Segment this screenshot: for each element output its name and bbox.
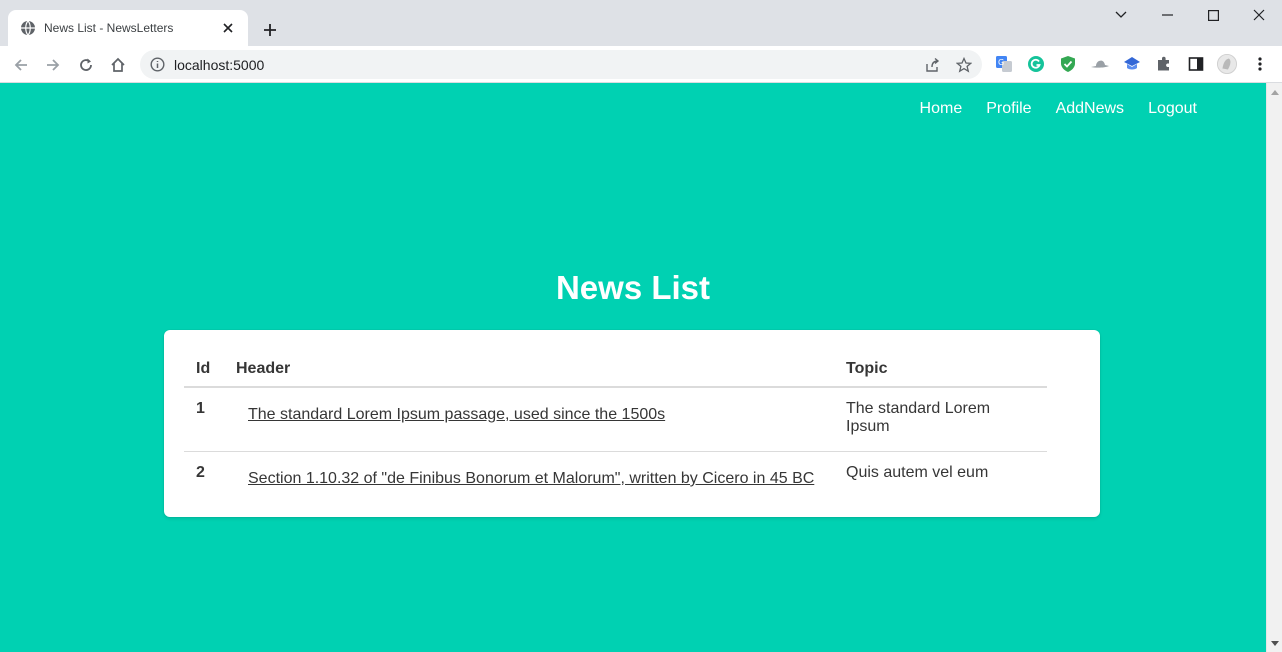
sidepanel-icon[interactable] bbox=[1186, 54, 1206, 74]
table-row: 1 The standard Lorem Ipsum passage, used… bbox=[184, 387, 1047, 452]
plus-icon[interactable] bbox=[258, 18, 282, 42]
page-title: News List bbox=[555, 269, 711, 306]
row-id: 1 bbox=[184, 387, 224, 452]
shield-extension-icon[interactable] bbox=[1058, 54, 1078, 74]
column-header-id: Id bbox=[184, 350, 224, 388]
nav-addnews[interactable]: AddNews bbox=[1044, 100, 1136, 118]
top-navbar: Home Profile AddNews Logout bbox=[908, 100, 1209, 118]
translate-extension-icon[interactable]: G bbox=[994, 54, 1014, 74]
news-header-link[interactable]: Section 1.10.32 of "de Finibus Bonorum e… bbox=[248, 470, 814, 487]
browser-toolbar: localhost:5000 G bbox=[0, 46, 1282, 83]
row-header-cell: The standard Lorem Ipsum passage, used s… bbox=[224, 387, 834, 452]
chevron-down-icon[interactable] bbox=[1098, 2, 1144, 28]
kebab-menu-icon[interactable] bbox=[1250, 54, 1270, 74]
info-icon[interactable] bbox=[149, 56, 166, 73]
avatar[interactable] bbox=[1217, 54, 1237, 74]
reload-icon[interactable] bbox=[73, 52, 99, 78]
forward-icon[interactable] bbox=[40, 52, 66, 78]
grammarly-extension-icon[interactable] bbox=[1026, 54, 1046, 74]
globe-icon bbox=[20, 20, 36, 36]
hat-extension-icon[interactable] bbox=[1090, 54, 1110, 74]
scroll-down-arrow-icon[interactable] bbox=[1267, 638, 1282, 648]
tab-strip: News List - NewsLetters bbox=[0, 0, 1282, 46]
table-header-row: Id Header Topic bbox=[184, 350, 1047, 388]
nav-home[interactable]: Home bbox=[908, 100, 975, 118]
cap-extension-icon[interactable] bbox=[1122, 54, 1142, 74]
window-close-icon[interactable] bbox=[1236, 2, 1282, 28]
home-icon[interactable] bbox=[105, 52, 131, 78]
svg-text:G: G bbox=[998, 58, 1004, 67]
news-table: Id Header Topic 1 The standard Lorem Ips… bbox=[184, 350, 1047, 503]
back-icon[interactable] bbox=[8, 52, 34, 78]
puzzle-icon[interactable] bbox=[1154, 54, 1174, 74]
tab-title: News List - NewsLetters bbox=[44, 21, 174, 35]
close-icon[interactable] bbox=[218, 18, 238, 38]
nav-profile[interactable]: Profile bbox=[974, 100, 1043, 118]
row-topic: Quis autem vel eum bbox=[846, 464, 989, 481]
table-row: 2 Section 1.10.32 of "de Finibus Bonorum… bbox=[184, 452, 1047, 504]
vertical-scrollbar[interactable] bbox=[1266, 83, 1282, 652]
row-header-cell: Section 1.10.32 of "de Finibus Bonorum e… bbox=[224, 452, 834, 504]
scroll-up-arrow-icon[interactable] bbox=[1267, 87, 1282, 97]
column-header-header: Header bbox=[224, 350, 834, 388]
star-icon[interactable] bbox=[954, 55, 974, 75]
minimize-icon[interactable] bbox=[1144, 2, 1190, 28]
page-viewport: Home Profile AddNews Logout News List Id… bbox=[0, 83, 1266, 652]
row-topic: The standard Lorem Ipsum bbox=[834, 387, 1047, 452]
column-header-topic: Topic bbox=[834, 350, 1047, 388]
share-icon[interactable] bbox=[922, 55, 942, 75]
news-header-link[interactable]: The standard Lorem Ipsum passage, used s… bbox=[248, 406, 665, 423]
maximize-icon[interactable] bbox=[1190, 2, 1236, 28]
nav-logout[interactable]: Logout bbox=[1136, 100, 1209, 118]
news-card: Id Header Topic 1 The standard Lorem Ips… bbox=[164, 330, 1100, 517]
address-bar[interactable]: localhost:5000 bbox=[140, 50, 982, 79]
row-id: 2 bbox=[196, 464, 205, 481]
browser-tab[interactable]: News List - NewsLetters bbox=[8, 10, 248, 46]
url-text: localhost:5000 bbox=[174, 57, 265, 73]
